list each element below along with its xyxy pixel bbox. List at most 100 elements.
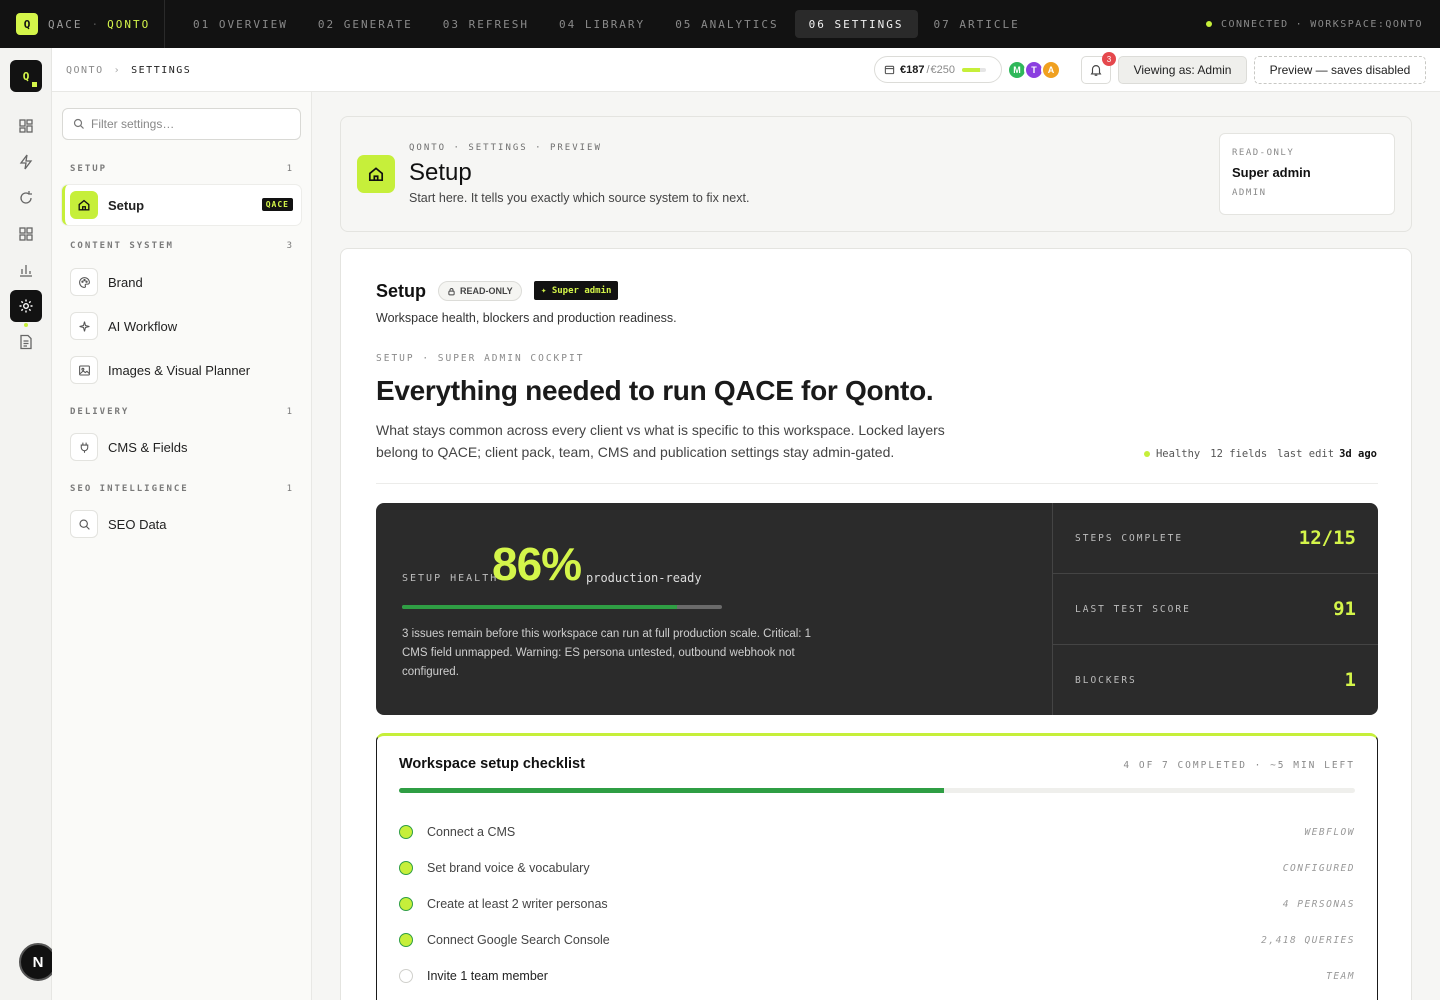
main-nav: 01 OVERVIEW 02 GENERATE 03 REFRESH 04 LI… xyxy=(179,0,1036,48)
overline: SETUP · SUPER ADMIN COCKPIT xyxy=(376,353,585,364)
tab-generate[interactable]: 02 GENERATE xyxy=(304,10,427,38)
rail-logo-mark xyxy=(32,82,37,87)
stat-blockers[interactable]: BLOCKERS 1 xyxy=(1053,645,1378,715)
checklist-item[interactable]: Invite 1 team member TEAM xyxy=(399,966,1355,986)
breadcrumb-chevron-icon: › xyxy=(113,64,122,76)
tab-settings[interactable]: 06 SETTINGS xyxy=(794,10,918,38)
connection-label: CONNECTED xyxy=(1220,18,1289,30)
role-card: READ-ONLY Super admin ADMIN xyxy=(1219,133,1395,215)
health-percent: 86% xyxy=(492,538,582,590)
stat-last-test-score: LAST TEST SCORE 91 xyxy=(1053,574,1378,645)
search-icon xyxy=(70,510,98,538)
settings-icon[interactable] xyxy=(10,290,42,327)
health-label: SETUP HEALTH xyxy=(402,573,499,584)
stat-label: LAST TEST SCORE xyxy=(1075,603,1191,615)
tab-refresh[interactable]: 03 REFRESH xyxy=(429,10,543,38)
brand-logo: Q xyxy=(16,13,38,35)
health-status: Healthy xyxy=(1155,448,1201,460)
checklist-item-label: Set brand voice & vocabulary xyxy=(427,861,590,875)
checklist-progress-fill xyxy=(399,788,944,793)
budget-limit: €250 xyxy=(930,63,956,76)
budget-meter[interactable]: €187 / €250 xyxy=(874,56,1002,83)
check-pending-icon xyxy=(399,969,413,983)
stat-label: BLOCKERS xyxy=(1075,674,1137,686)
checklist-item[interactable]: Connect Google Search Console 2,418 QUER… xyxy=(399,930,1355,950)
avatar-group[interactable]: M T A xyxy=(1007,60,1061,80)
breadcrumb: QONTO › SETTINGS xyxy=(66,48,191,92)
check-complete-icon xyxy=(399,825,413,839)
section-title: CONTENT SYSTEM xyxy=(70,241,174,251)
checklist-item[interactable]: Connect a CMS WEBFLOW xyxy=(399,822,1355,842)
setup-card: Setup READ-ONLY ✦ Super admin Workspace … xyxy=(340,248,1412,1000)
home-icon xyxy=(357,155,395,193)
page-title: Setup xyxy=(409,159,472,186)
tab-overview[interactable]: 01 OVERVIEW xyxy=(179,10,302,38)
read-only-badge: READ-ONLY xyxy=(438,281,522,301)
checklist-item-tag: 2,418 QUERIES xyxy=(1261,934,1355,946)
workspace-label: WORKSPACE:QONTO xyxy=(1310,18,1423,30)
sidebar-item-setup[interactable]: Setup QACE xyxy=(62,185,301,225)
viewing-as-button[interactable]: Viewing as: Admin xyxy=(1118,56,1247,84)
section-setup: SETUP 1 xyxy=(70,164,292,174)
avatar: A xyxy=(1041,60,1061,80)
page-header: QONTO · SETTINGS · PREVIEW Setup Start h… xyxy=(340,116,1412,232)
overview-icon[interactable] xyxy=(14,114,38,138)
filter-settings-input[interactable] xyxy=(91,117,291,131)
rail-logo[interactable]: Q xyxy=(10,60,42,92)
health-progress-bar xyxy=(402,605,722,609)
sidebar-item-brand[interactable]: Brand xyxy=(62,262,301,302)
section-count: 1 xyxy=(286,484,292,494)
budget-icon xyxy=(884,65,895,75)
breadcrumb-workspace[interactable]: QONTO xyxy=(66,65,104,76)
brand[interactable]: Q QACE · QONTO xyxy=(0,0,165,48)
checklist-item-label: Connect Google Search Console xyxy=(427,933,610,947)
checklist-item-label: Invite 1 team member xyxy=(427,969,548,983)
library-icon[interactable] xyxy=(14,222,38,246)
sidebar-item-images-visual-planner[interactable]: Images & Visual Planner xyxy=(62,350,301,390)
sidebar-item-cms-fields[interactable]: CMS & Fields xyxy=(62,427,301,467)
tab-library[interactable]: 04 LIBRARY xyxy=(545,10,659,38)
health-progress-fill xyxy=(402,605,678,609)
generate-icon[interactable] xyxy=(14,150,38,174)
section-subtitle: Workspace health, blockers and productio… xyxy=(376,311,677,325)
home-icon xyxy=(70,191,98,219)
super-admin-badge: ✦ Super admin xyxy=(534,281,619,300)
last-edit-label: last edit xyxy=(1277,448,1335,460)
section-title: SETUP xyxy=(70,164,108,174)
section-title: DELIVERY xyxy=(70,407,130,417)
header-bar: QONTO › SETTINGS €187 / €250 M T A 3 Vie… xyxy=(52,48,1440,92)
image-icon xyxy=(70,356,98,384)
status-separator: · xyxy=(1295,18,1304,30)
checklist-item-tag: CONFIGURED xyxy=(1282,862,1355,874)
notification-badge: 3 xyxy=(1102,52,1116,66)
checklist-item-tag: TEAM xyxy=(1326,970,1355,982)
settings-sidebar: SETUP 1 Setup QACE CONTENT SYSTEM 3 Bran… xyxy=(52,92,312,1000)
section-content-system: CONTENT SYSTEM 3 xyxy=(70,241,292,251)
lock-icon xyxy=(448,287,455,295)
checklist-item[interactable]: Set brand voice & vocabulary CONFIGURED xyxy=(399,858,1355,878)
qace-badge: QACE xyxy=(261,198,293,211)
stat-steps-complete: STEPS COMPLETE 12/15 xyxy=(1053,503,1378,574)
description: What stays common across every client vs… xyxy=(376,422,945,460)
tab-article[interactable]: 07 ARTICLE xyxy=(920,10,1034,38)
sidebar-item-ai-workflow[interactable]: AI Workflow xyxy=(62,306,301,346)
palette-icon xyxy=(70,268,98,296)
notifications-button[interactable]: 3 xyxy=(1081,52,1116,84)
sidebar-item-seo-data[interactable]: SEO Data xyxy=(62,504,301,544)
bell-icon xyxy=(1090,65,1102,76)
sidebar-item-label: AI Workflow xyxy=(108,318,178,334)
preview-mode-button[interactable]: Preview — saves disabled xyxy=(1254,56,1426,84)
checklist-item-label: Connect a CMS xyxy=(427,825,516,839)
tab-analytics[interactable]: 05 ANALYTICS xyxy=(661,10,792,38)
page-breadcrumb: QONTO · SETTINGS · PREVIEW xyxy=(409,143,602,153)
role-level: ADMIN xyxy=(1232,188,1267,198)
article-icon[interactable] xyxy=(14,330,38,354)
refresh-icon[interactable] xyxy=(14,186,38,210)
stat-value: 12/15 xyxy=(1298,527,1356,549)
stat-value: 91 xyxy=(1333,598,1356,620)
checklist-item[interactable]: Create at least 2 writer personas 4 PERS… xyxy=(399,894,1355,914)
filter-field[interactable] xyxy=(62,108,301,140)
analytics-icon[interactable] xyxy=(14,258,38,282)
workspace-name: QONTO xyxy=(107,17,151,31)
rail-logo-letter: Q xyxy=(22,69,30,83)
